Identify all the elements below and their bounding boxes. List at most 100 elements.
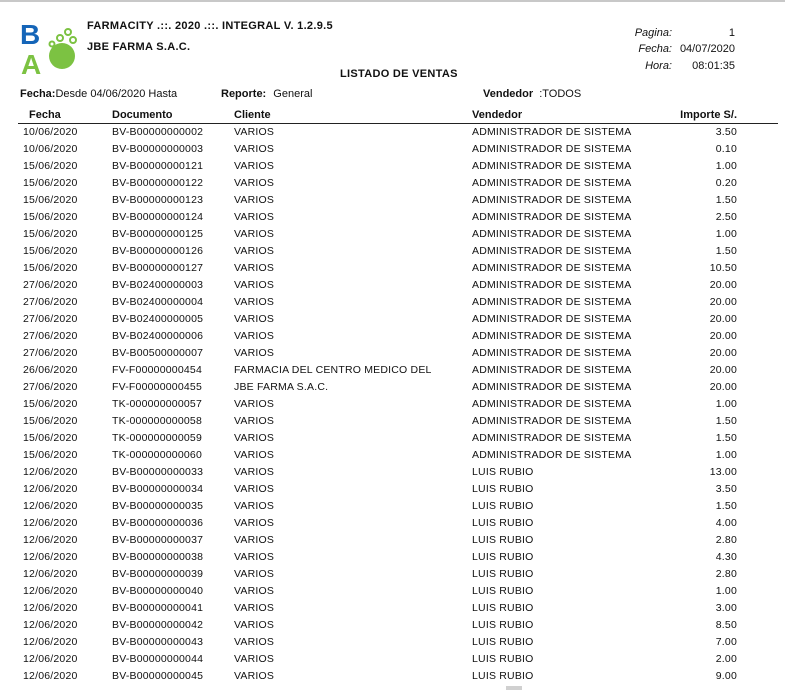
table-row: 12/06/2020 BV-B00000000033 VARIOS LUIS RUBI… bbox=[0, 464, 785, 481]
cell-documento: BV-B00000000122 bbox=[112, 177, 204, 189]
cell-documento: TK-000000000059 bbox=[112, 432, 202, 444]
print-time-label: Hora: bbox=[645, 60, 672, 72]
cell-vendedor: ADMINISTRADOR DE SISTEMA bbox=[472, 330, 632, 342]
cell-fecha: 27/06/2020 bbox=[23, 296, 78, 308]
cell-documento: BV-B00000000045 bbox=[112, 670, 204, 682]
table-row: 15/06/2020 BV-B00000000126 VARIOS ADMINISTR… bbox=[0, 243, 785, 260]
horizontal-scroll-thumb[interactable] bbox=[506, 686, 522, 690]
cell-vendedor: ADMINISTRADOR DE SISTEMA bbox=[472, 381, 632, 393]
cell-cliente: VARIOS bbox=[234, 585, 275, 597]
cell-cliente: VARIOS bbox=[234, 517, 275, 529]
cell-vendedor: ADMINISTRADOR DE SISTEMA bbox=[472, 228, 632, 240]
cell-vendedor: ADMINISTRADOR DE SISTEMA bbox=[472, 313, 632, 325]
cell-vendedor: LUIS RUBIO bbox=[472, 466, 534, 478]
table-row: 27/06/2020 BV-B02400000004 VARIOS ADMINISTR… bbox=[0, 294, 785, 311]
cell-importe: 1.50 bbox=[715, 500, 737, 512]
cell-vendedor: ADMINISTRADOR DE SISTEMA bbox=[472, 449, 632, 461]
cell-documento: BV-B00000000126 bbox=[112, 245, 204, 257]
cell-importe: 0.20 bbox=[715, 177, 737, 189]
cell-documento: BV-B00000000124 bbox=[112, 211, 204, 223]
cell-vendedor: ADMINISTRADOR DE SISTEMA bbox=[472, 364, 632, 376]
table-row: 15/06/2020 BV-B00000000124 VARIOS ADMINISTR… bbox=[0, 209, 785, 226]
cell-importe: 8.50 bbox=[715, 619, 737, 631]
cell-importe: 3.50 bbox=[715, 483, 737, 495]
cell-importe: 20.00 bbox=[709, 296, 737, 308]
table-row: 15/06/2020 TK-000000000059 VARIOS ADMINISTR… bbox=[0, 430, 785, 447]
table-row: 10/06/2020 BV-B00000000002 VARIOS ADMINISTR… bbox=[0, 124, 785, 141]
cell-importe: 20.00 bbox=[709, 330, 737, 342]
filter-date: Fecha:Desde 04/06/2020 Hasta bbox=[20, 88, 177, 100]
table-row: 15/06/2020 BV-B00000000123 VARIOS ADMINISTR… bbox=[0, 192, 785, 209]
cell-cliente: VARIOS bbox=[234, 194, 275, 206]
cell-importe: 3.00 bbox=[715, 602, 737, 614]
cell-documento: BV-B00000000121 bbox=[112, 160, 204, 172]
cell-vendedor: LUIS RUBIO bbox=[472, 602, 534, 614]
cell-fecha: 27/06/2020 bbox=[23, 279, 78, 291]
cell-importe: 20.00 bbox=[709, 347, 737, 359]
cell-importe: 0.10 bbox=[715, 143, 737, 155]
cell-fecha: 27/06/2020 bbox=[23, 313, 78, 325]
cell-cliente: VARIOS bbox=[234, 211, 275, 223]
filter-report: Reporte: General bbox=[221, 88, 312, 100]
cell-cliente: VARIOS bbox=[234, 653, 275, 665]
cell-vendedor: ADMINISTRADOR DE SISTEMA bbox=[472, 194, 632, 206]
cell-documento: BV-B00000000036 bbox=[112, 517, 204, 529]
cell-fecha: 15/06/2020 bbox=[23, 194, 78, 206]
table-row: 12/06/2020 BV-B00000000037 VARIOS LUIS RUBI… bbox=[0, 532, 785, 549]
cell-documento: BV-B00000000037 bbox=[112, 534, 204, 546]
cell-documento: BV-B00000000041 bbox=[112, 602, 204, 614]
cell-fecha: 27/06/2020 bbox=[23, 330, 78, 342]
cell-fecha: 15/06/2020 bbox=[23, 432, 78, 444]
table-row: 12/06/2020 BV-B00000000039 VARIOS LUIS RUBI… bbox=[0, 566, 785, 583]
table-row: 27/06/2020 BV-B02400000005 VARIOS ADMINISTR… bbox=[0, 311, 785, 328]
filter-date-value: Desde 04/06/2020 Hasta bbox=[55, 88, 178, 100]
cell-documento: BV-B00000000034 bbox=[112, 483, 204, 495]
cell-cliente: VARIOS bbox=[234, 228, 275, 240]
cell-importe: 1.50 bbox=[715, 415, 737, 427]
cell-vendedor: LUIS RUBIO bbox=[472, 619, 534, 631]
cell-cliente: VARIOS bbox=[234, 177, 275, 189]
cell-fecha: 15/06/2020 bbox=[23, 245, 78, 257]
cell-fecha: 15/06/2020 bbox=[23, 449, 78, 461]
cell-importe: 2.80 bbox=[715, 534, 737, 546]
table-row: 12/06/2020 BV-B00000000035 VARIOS LUIS RUBI… bbox=[0, 498, 785, 515]
cell-cliente: VARIOS bbox=[234, 500, 275, 512]
cell-vendedor: LUIS RUBIO bbox=[472, 483, 534, 495]
cell-importe: 20.00 bbox=[709, 364, 737, 376]
cell-importe: 1.00 bbox=[715, 398, 737, 410]
cell-documento: FV-F00000000454 bbox=[112, 364, 202, 376]
cell-cliente: VARIOS bbox=[234, 602, 275, 614]
cell-importe: 2.50 bbox=[715, 211, 737, 223]
cell-fecha: 12/06/2020 bbox=[23, 619, 78, 631]
cell-fecha: 12/06/2020 bbox=[23, 585, 78, 597]
cell-cliente: VARIOS bbox=[234, 245, 275, 257]
cell-vendedor: ADMINISTRADOR DE SISTEMA bbox=[472, 398, 632, 410]
cell-fecha: 15/06/2020 bbox=[23, 262, 78, 274]
cell-cliente: VARIOS bbox=[234, 347, 275, 359]
table-row: 26/06/2020 FV-F00000000454 FARMACIA DEL CE… bbox=[0, 362, 785, 379]
cell-cliente: VARIOS bbox=[234, 449, 275, 461]
cell-documento: BV-B02400000005 bbox=[112, 313, 204, 325]
cell-vendedor: ADMINISTRADOR DE SISTEMA bbox=[472, 262, 632, 274]
cell-fecha: 12/06/2020 bbox=[23, 602, 78, 614]
cell-vendedor: LUIS RUBIO bbox=[472, 551, 534, 563]
cell-vendedor: ADMINISTRADOR DE SISTEMA bbox=[472, 415, 632, 427]
table-row: 12/06/2020 BV-B00000000042 VARIOS LUIS RUBI… bbox=[0, 617, 785, 634]
table-row: 12/06/2020 BV-B00000000036 VARIOS LUIS RUBI… bbox=[0, 515, 785, 532]
table-row: 12/06/2020 BV-B00000000034 VARIOS LUIS RUBI… bbox=[0, 481, 785, 498]
cell-vendedor: LUIS RUBIO bbox=[472, 500, 534, 512]
cell-documento: BV-B00000000003 bbox=[112, 143, 204, 155]
table-row: 12/06/2020 BV-B00000000044 VARIOS LUIS RUBI… bbox=[0, 651, 785, 668]
cell-documento: BV-B00000000125 bbox=[112, 228, 204, 240]
cell-fecha: 26/06/2020 bbox=[23, 364, 78, 376]
cell-vendedor: ADMINISTRADOR DE SISTEMA bbox=[472, 143, 632, 155]
table-row: 12/06/2020 BV-B00000000041 VARIOS LUIS RUBI… bbox=[0, 600, 785, 617]
cell-fecha: 15/06/2020 bbox=[23, 398, 78, 410]
table-row: 27/06/2020 FV-F00000000455 JBE FARMA S.A.C… bbox=[0, 379, 785, 396]
cell-vendedor: ADMINISTRADOR DE SISTEMA bbox=[472, 347, 632, 359]
table-row: 12/06/2020 BV-B00000000040 VARIOS LUIS RUBI… bbox=[0, 583, 785, 600]
cell-documento: TK-000000000057 bbox=[112, 398, 202, 410]
cell-importe: 4.00 bbox=[715, 517, 737, 529]
cell-vendedor: ADMINISTRADOR DE SISTEMA bbox=[472, 279, 632, 291]
cell-cliente: VARIOS bbox=[234, 466, 275, 478]
